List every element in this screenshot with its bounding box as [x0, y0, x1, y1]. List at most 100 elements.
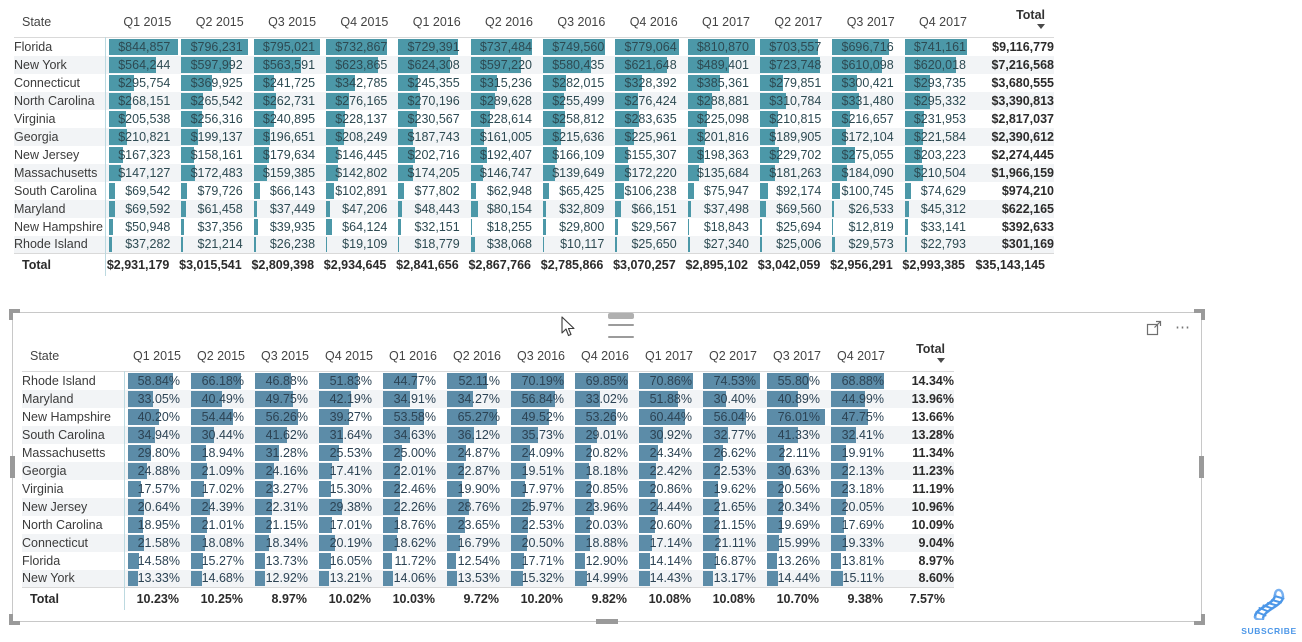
- row-total-cell[interactable]: $9,116,779: [973, 37, 1054, 56]
- row-total-cell[interactable]: 8.60%: [892, 569, 954, 588]
- data-cell[interactable]: 44.77%: [380, 371, 444, 390]
- row-header-state[interactable]: Florida: [22, 551, 125, 570]
- data-cell[interactable]: 22.87%: [444, 461, 508, 480]
- data-cell[interactable]: $61,458: [178, 199, 251, 218]
- data-cell[interactable]: $33,141: [901, 217, 974, 236]
- data-cell[interactable]: $225,961: [612, 127, 685, 146]
- table-row[interactable]: New Hampshire $50,948 $37,356 $39,935 $64,12…: [14, 217, 1054, 236]
- data-cell[interactable]: $65,425: [540, 181, 613, 200]
- data-cell[interactable]: $342,785: [323, 73, 396, 92]
- data-cell[interactable]: 20.82%: [572, 443, 636, 462]
- data-cell[interactable]: $288,881: [684, 91, 757, 110]
- data-cell[interactable]: $155,307: [612, 145, 685, 164]
- data-cell[interactable]: $749,560: [540, 37, 613, 56]
- data-cell[interactable]: $369,925: [178, 73, 251, 92]
- column-header-quarter[interactable]: Q2 2015: [178, 8, 250, 38]
- data-cell[interactable]: 40.49%: [188, 389, 252, 408]
- data-cell[interactable]: $29,567: [612, 217, 685, 236]
- data-cell[interactable]: $328,392: [612, 73, 685, 92]
- data-cell[interactable]: 29.38%: [316, 497, 380, 516]
- data-cell[interactable]: 24.87%: [444, 443, 508, 462]
- data-cell[interactable]: 13.73%: [252, 551, 316, 570]
- data-cell[interactable]: 39.27%: [316, 407, 380, 426]
- data-cell[interactable]: $192,407: [467, 145, 541, 164]
- column-header-quarter[interactable]: Q4 2017: [902, 8, 974, 38]
- data-cell[interactable]: 56.04%: [700, 407, 764, 426]
- column-header-quarter[interactable]: Q2 2017: [757, 8, 829, 38]
- data-cell[interactable]: $47,206: [323, 199, 396, 218]
- data-cell[interactable]: $729,391: [395, 37, 468, 56]
- data-cell[interactable]: 14.43%: [636, 569, 700, 588]
- data-cell[interactable]: $184,090: [829, 163, 902, 182]
- data-cell[interactable]: $69,542: [105, 181, 179, 200]
- row-header-state[interactable]: New Jersey: [14, 145, 107, 164]
- data-cell[interactable]: $189,905: [757, 127, 830, 146]
- data-cell[interactable]: 14.68%: [188, 569, 252, 588]
- data-cell[interactable]: $293,735: [901, 73, 974, 92]
- table-row[interactable]: Rhode Island $37,282 $21,214 $26,238 $19,109…: [14, 235, 1054, 254]
- data-cell[interactable]: $732,867: [323, 37, 396, 56]
- data-cell[interactable]: $187,743: [395, 127, 468, 146]
- data-cell[interactable]: $181,263: [757, 163, 830, 182]
- table-row[interactable]: Maryland 33.05% 40.49% 49.75% 42.19% 34.91% 34…: [22, 389, 954, 408]
- data-cell[interactable]: $295,754: [105, 73, 179, 92]
- data-cell[interactable]: 56.26%: [252, 407, 316, 426]
- row-total-cell[interactable]: $7,216,568: [973, 55, 1054, 74]
- data-cell[interactable]: 58.84%: [124, 371, 188, 390]
- data-cell[interactable]: $597,220: [467, 55, 541, 74]
- data-cell[interactable]: $310,784: [757, 91, 830, 110]
- data-cell[interactable]: $102,891: [323, 181, 396, 200]
- data-cell[interactable]: 19.69%: [764, 515, 828, 534]
- data-cell[interactable]: $29,573: [829, 235, 902, 254]
- row-total-cell[interactable]: 8.97%: [892, 551, 954, 570]
- data-cell[interactable]: 24.88%: [124, 461, 188, 480]
- data-cell[interactable]: 40.20%: [124, 407, 188, 426]
- data-cell[interactable]: 20.34%: [764, 497, 828, 516]
- data-cell[interactable]: 19.51%: [508, 461, 572, 480]
- data-cell[interactable]: 21.58%: [124, 533, 188, 552]
- data-cell[interactable]: 12.54%: [444, 551, 508, 570]
- data-cell[interactable]: 15.27%: [188, 551, 252, 570]
- percent-matrix-visual-container[interactable]: ⋯ State Q1 2015 Q2 2015 Q3 2015 Q4 2015 Q1 20…: [9, 309, 1205, 625]
- table-row[interactable]: North Carolina $268,151 $265,542 $262,731 $2…: [14, 91, 1054, 110]
- data-cell[interactable]: 34.27%: [444, 389, 508, 408]
- resize-handle-left[interactable]: [10, 456, 15, 478]
- data-cell[interactable]: 20.05%: [828, 497, 892, 516]
- data-cell[interactable]: $210,815: [757, 109, 830, 128]
- data-cell[interactable]: $723,748: [757, 55, 830, 74]
- data-cell[interactable]: $10,117: [540, 235, 613, 254]
- data-cell[interactable]: 23.27%: [252, 479, 316, 498]
- data-cell[interactable]: 25.53%: [316, 443, 380, 462]
- data-cell[interactable]: 13.21%: [316, 569, 380, 588]
- row-header-state[interactable]: Rhode Island: [22, 371, 125, 390]
- data-cell[interactable]: 12.92%: [252, 569, 316, 588]
- data-cell[interactable]: 14.44%: [764, 569, 828, 588]
- column-header-total[interactable]: Total: [892, 342, 954, 372]
- row-header-state[interactable]: Georgia: [22, 461, 125, 480]
- data-cell[interactable]: 20.60%: [636, 515, 700, 534]
- data-cell[interactable]: $315,236: [467, 73, 541, 92]
- column-header-quarter[interactable]: Q3 2016: [540, 8, 612, 38]
- data-cell[interactable]: $161,005: [467, 127, 541, 146]
- data-cell[interactable]: 18.76%: [380, 515, 444, 534]
- table-row[interactable]: Georgia 24.88% 21.09% 24.16% 17.41% 22.01% 22.…: [22, 461, 954, 480]
- row-header-state[interactable]: New York: [14, 55, 107, 74]
- data-cell[interactable]: 17.02%: [188, 479, 252, 498]
- column-header-quarter[interactable]: Q4 2016: [612, 8, 684, 38]
- data-cell[interactable]: 32.41%: [828, 425, 892, 444]
- data-cell[interactable]: 17.69%: [828, 515, 892, 534]
- row-total-cell[interactable]: $2,390,612: [973, 127, 1054, 146]
- data-cell[interactable]: 22.53%: [508, 515, 572, 534]
- data-cell[interactable]: $215,636: [540, 127, 613, 146]
- data-cell[interactable]: $564,244: [105, 55, 179, 74]
- data-cell[interactable]: 22.26%: [380, 497, 444, 516]
- row-total-cell[interactable]: $392,633: [973, 217, 1054, 236]
- data-cell[interactable]: $37,356: [178, 217, 251, 236]
- data-cell[interactable]: $62,948: [467, 181, 541, 200]
- data-cell[interactable]: 12.90%: [572, 551, 636, 570]
- row-total-cell[interactable]: 10.09%: [892, 515, 954, 534]
- data-cell[interactable]: 36.12%: [444, 425, 508, 444]
- data-cell[interactable]: 22.11%: [764, 443, 828, 462]
- row-header-state[interactable]: New Jersey: [22, 497, 125, 516]
- data-cell[interactable]: $229,702: [757, 145, 830, 164]
